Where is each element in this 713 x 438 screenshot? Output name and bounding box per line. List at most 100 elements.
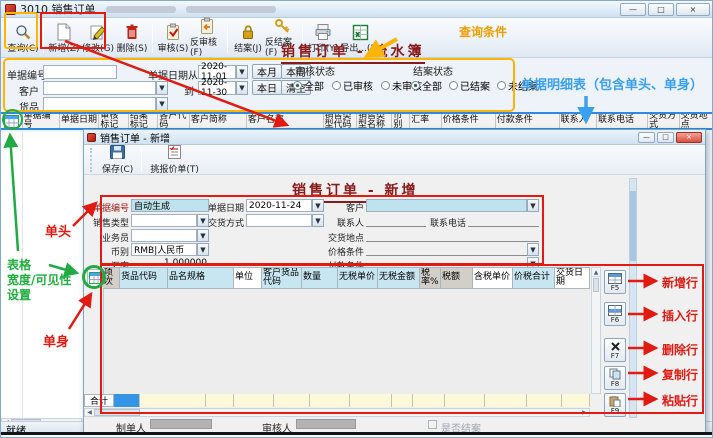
main-grid-column-header[interactable]: 联系人 — [560, 114, 597, 128]
item-grid-column-header[interactable]: 客户货品代码 — [262, 267, 302, 289]
scroll-right-icon[interactable]: ▶ — [580, 409, 589, 416]
main-grid-column-header[interactable]: 单据编号 — [23, 114, 60, 128]
price-terms-dropdown-arrow[interactable]: ▼ — [527, 243, 539, 256]
main-grid-column-header[interactable]: 联系电话 — [597, 114, 648, 128]
contact-phone-field[interactable] — [468, 214, 539, 227]
doc-date-dropdown-arrow[interactable]: ▼ — [312, 199, 324, 212]
add-row-button[interactable]: F5 — [604, 270, 626, 294]
scrollbar-thumb[interactable] — [94, 409, 140, 416]
main-grid-column-header[interactable]: 客户代码 — [158, 114, 189, 128]
delivery-method-field[interactable] — [246, 214, 312, 227]
item-grid-column-header[interactable]: 无税金额 — [378, 267, 420, 289]
main-grid-column-header[interactable]: 单据日期 — [60, 114, 99, 128]
main-grid-column-header[interactable]: 审核标记 — [99, 114, 129, 128]
window-title: 3010 销售订单 — [20, 1, 96, 17]
doc-no-input[interactable] — [43, 65, 117, 79]
close-case-button[interactable]: 结案(J) — [231, 19, 265, 56]
item-grid-column-header[interactable]: 货品代码 — [120, 267, 168, 289]
delete-button[interactable]: 删除(S) — [115, 19, 149, 56]
item-grid-body[interactable] — [103, 289, 590, 394]
main-grid-column-header[interactable]: 付款条件 — [496, 114, 560, 128]
maximize-button[interactable]: □ — [648, 3, 674, 16]
contact-phone-label: 联系电话 — [428, 216, 466, 229]
closed-checkbox[interactable] — [428, 420, 437, 429]
new-button[interactable]: 新增(Z) — [47, 19, 81, 56]
copy-row-button[interactable]: F8 — [604, 366, 626, 390]
radio-close-closed[interactable]: 已结案 — [449, 78, 490, 93]
item-grid-column-header[interactable]: 品名规格 — [168, 267, 234, 289]
radio-close-open[interactable]: 未结案 — [497, 78, 538, 93]
doc-date-field[interactable]: 2020-11-24 — [246, 199, 312, 212]
radio-audit-all[interactable]: 全部 — [293, 78, 324, 93]
item-grid-column-header[interactable]: 无税单价 — [338, 267, 378, 289]
main-grid-column-header[interactable]: 币别 — [392, 114, 410, 128]
radio-close-all[interactable]: 全部 — [411, 78, 442, 93]
scrollbar-thumb[interactable] — [593, 278, 599, 292]
salesman-dropdown-arrow[interactable]: ▼ — [197, 229, 209, 242]
item-grid-h-scrollbar[interactable]: ◀ ▶ — [84, 408, 590, 417]
this-month-button[interactable]: 本月 — [252, 64, 282, 79]
price-terms-field[interactable] — [366, 243, 527, 256]
search-button[interactable]: 查询(C) — [6, 19, 40, 56]
scrollbar-thumb[interactable] — [630, 191, 636, 261]
save-button[interactable]: 保存(C) — [97, 146, 138, 174]
date-to-input[interactable]: 2020-11-30 — [198, 81, 236, 95]
main-grid-column-header[interactable]: 结案标记 — [129, 114, 159, 128]
date-from-dropdown-arrow[interactable]: ▼ — [236, 65, 248, 79]
selected-cell[interactable] — [114, 394, 140, 407]
customer-dropdown-arrow[interactable]: ▼ — [527, 199, 539, 212]
delete-row-button[interactable]: F7 — [604, 338, 626, 362]
radio-audit-audited[interactable]: 已审核 — [332, 78, 373, 93]
date-to-dropdown-arrow[interactable]: ▼ — [236, 81, 248, 95]
main-grid-column-header[interactable]: 销售类型代码 — [324, 114, 357, 128]
delivery-method-dropdown-arrow[interactable]: ▼ — [312, 214, 324, 227]
item-grid-column-header[interactable]: 数量 — [302, 267, 338, 289]
main-grid-column-header[interactable]: 客户名称 — [247, 114, 324, 128]
grid-settings-button[interactable] — [1, 114, 23, 128]
salesman-field[interactable] — [131, 229, 197, 242]
currency-dropdown-arrow[interactable]: ▼ — [197, 243, 209, 256]
child-v-scrollbar[interactable] — [629, 178, 637, 418]
goods-select[interactable] — [43, 97, 156, 111]
main-grid-column-header[interactable]: 交货方式 — [648, 114, 679, 128]
scroll-up-icon[interactable]: ▲ — [592, 268, 600, 277]
audit-button[interactable]: 审核(S) — [156, 19, 190, 56]
item-grid-v-scrollbar[interactable]: ▲ — [591, 267, 601, 394]
customer-dropdown-arrow[interactable]: ▼ — [156, 81, 168, 95]
radio-icon — [293, 81, 302, 90]
main-grid-column-header[interactable]: 销售类型名称 — [357, 114, 392, 128]
goods-dropdown-arrow[interactable]: ▼ — [156, 97, 168, 111]
item-grid-column-header[interactable]: 税率% — [420, 267, 441, 289]
main-grid-column-header[interactable]: 客户简称 — [190, 114, 247, 128]
customer-field[interactable] — [366, 199, 527, 212]
child-restore-button[interactable]: □ — [657, 132, 674, 143]
delivery-place-field[interactable] — [366, 229, 539, 242]
customer-select[interactable] — [43, 81, 156, 95]
child-minimize-button[interactable]: — — [638, 132, 655, 143]
main-grid-column-header[interactable]: 价格条件 — [442, 114, 496, 128]
contact-field[interactable] — [366, 214, 426, 227]
doc-no-field[interactable]: 自动生成 — [131, 199, 209, 212]
today-button[interactable]: 本日 — [252, 80, 282, 95]
delivery-place-label: 交货地点 — [328, 231, 364, 244]
insert-row-button[interactable]: F6 — [604, 302, 626, 326]
pick-quotation-button[interactable]: 挑报价单(T) — [145, 146, 204, 174]
scroll-left-icon[interactable]: ◀ — [85, 409, 94, 416]
close-button[interactable]: × — [676, 3, 710, 16]
currency-field[interactable]: RMB|人民币 — [131, 243, 197, 256]
item-grid-column-header[interactable]: 项次 — [103, 267, 120, 289]
item-grid-column-header[interactable]: 含税单价 — [473, 267, 513, 289]
unaudit-button[interactable]: 反审核(F) — [190, 19, 224, 56]
item-grid-column-header[interactable]: 税额 — [441, 267, 473, 289]
minimize-button[interactable]: — — [620, 3, 646, 16]
sale-type-field[interactable] — [131, 214, 197, 227]
date-from-input[interactable]: 2020-11-01 — [198, 65, 236, 79]
edit-button[interactable]: 修改(G) — [81, 19, 115, 56]
item-grid-column-header[interactable]: 交货日期 — [555, 267, 590, 289]
child-close-button[interactable]: × — [676, 132, 702, 143]
main-grid-column-header[interactable]: 汇率 — [410, 114, 441, 128]
item-grid-column-header[interactable]: 价税合计 — [513, 267, 555, 289]
item-grid-column-header[interactable]: 单位 — [234, 267, 262, 289]
paste-row-button[interactable]: F9 — [604, 393, 626, 417]
main-grid-column-header[interactable]: 交货地点 — [680, 114, 713, 128]
